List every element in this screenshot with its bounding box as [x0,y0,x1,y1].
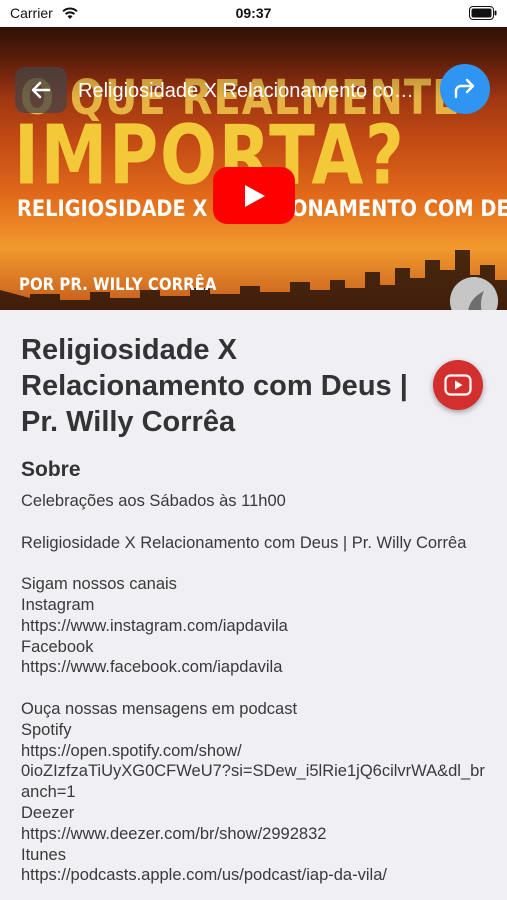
video-description: Celebrações aos Sábados às 11h00 Religio… [21,492,485,885]
play-button[interactable] [213,167,295,224]
arrow-left-icon [31,81,51,99]
city-skyline-image [0,250,507,310]
share-button[interactable] [440,64,490,114]
share-arrow-icon [454,78,475,99]
video-title: Religiosidade X Relacionamento com Deus … [78,80,430,102]
thumbnail-text-line4: POR PR. WILLY CORRÊA [19,275,217,295]
status-time: 09:37 [235,5,272,21]
page-title: Religiosidade X Relacionamento com Deus … [21,334,408,438]
video-player[interactable]: O QUE REALMENTE IMPORTA? RELIGIOSIDADE X… [0,27,507,310]
section-heading-sobre: Sobre [21,458,81,481]
youtube-icon [444,374,472,396]
thumbnail-text-line2: IMPORTA? [14,109,406,204]
video-details: Religiosidade X Relacionamento com Deus … [0,310,507,900]
open-youtube-button[interactable] [433,360,483,410]
battery-icon [469,6,497,20]
back-button[interactable] [15,67,67,113]
status-bar: Carrier 09:37 [0,0,507,27]
play-icon [245,185,265,207]
